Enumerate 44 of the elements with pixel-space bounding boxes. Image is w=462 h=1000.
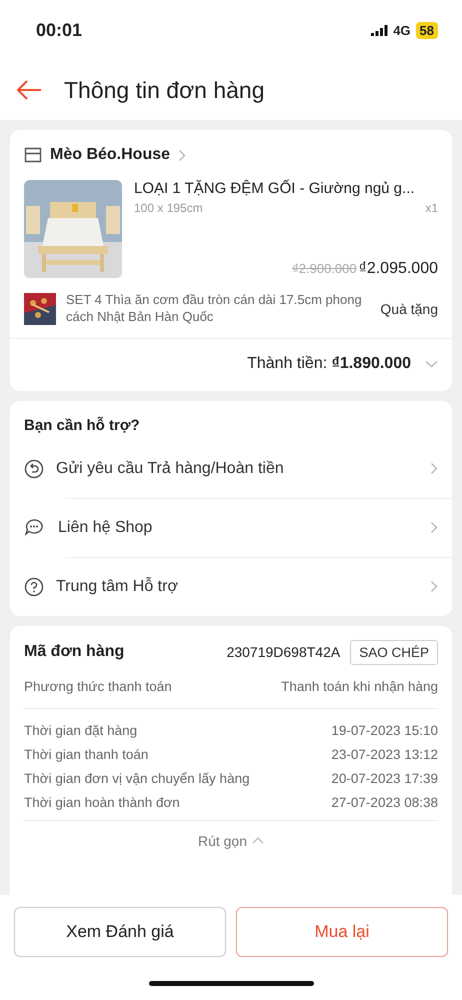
- signal-icon: [371, 24, 388, 36]
- support-link[interactable]: Liên hệ Shop: [58, 518, 418, 537]
- payment-method-label: Phương thức thanh toán: [24, 678, 172, 694]
- chevron-up-icon[interactable]: [252, 837, 264, 844]
- help-icon: [24, 576, 44, 597]
- copy-button[interactable]: SAO CHÉP: [350, 640, 438, 665]
- page-title: Thông tin đơn hàng: [64, 76, 265, 104]
- chevron-right-icon: [178, 148, 186, 162]
- order-id: 230719D698T42A: [226, 644, 340, 660]
- product-name: LOẠI 1 TẶNG ĐỆM GỐI - Giường ngủ g...: [134, 180, 416, 197]
- gift-name: SET 4 Thìa ăn cơm đầu tròn cán dài 17.5cm phong cách Nhật Bản Hàn Quốc: [66, 292, 363, 326]
- support-link[interactable]: Gửi yêu cầu Trả hàng/Hoàn tiền: [56, 460, 418, 478]
- chevron-down-icon[interactable]: [425, 360, 438, 368]
- time-value: 23-07-2023 13:12: [331, 746, 438, 762]
- back-arrow-icon[interactable]: [16, 80, 42, 100]
- review-button[interactable]: Xem Đánh giá: [14, 907, 226, 957]
- order-id-label: Mã đơn hàng: [24, 643, 126, 662]
- time-label: Thời gian đơn vị vận chuyển lấy hàng: [24, 770, 250, 786]
- shop-icon: [24, 147, 42, 163]
- product-quantity: x1: [425, 201, 438, 215]
- clock-time: 00:01: [36, 20, 82, 40]
- chevron-right-icon: [430, 580, 438, 594]
- payment-method: Thanh toán khi nhận hàng: [281, 678, 438, 694]
- undo-circle-icon: [24, 458, 44, 479]
- battery-level: 58: [416, 22, 438, 38]
- chevron-right-icon: [430, 521, 438, 534]
- time-label: Thời gian đặt hàng: [24, 722, 138, 738]
- time-value: 27-07-2023 08:38: [331, 794, 438, 810]
- shop-name[interactable]: Mèo Béo.House: [50, 146, 170, 164]
- time-label: Thời gian hoàn thành đơn: [24, 794, 180, 810]
- buy-again-button[interactable]: Mua lại: [236, 907, 448, 957]
- support-title: Bạn cần hỗ trợ?: [24, 416, 141, 434]
- support-link[interactable]: Trung tâm Hỗ trợ: [56, 578, 418, 596]
- collapse-link[interactable]: Rút gọn: [198, 832, 248, 849]
- time-value: 19-07-2023 15:10: [331, 722, 438, 738]
- time-label: Thời gian thanh toán: [24, 746, 148, 762]
- product-variant: 100 x 195cm: [134, 201, 203, 215]
- network-type: 4G: [393, 22, 411, 38]
- order-total: Thành tiền: ₫1.890.000: [247, 354, 411, 373]
- chevron-right-icon: [430, 462, 438, 476]
- gift-tag: Quà tặng: [380, 300, 438, 317]
- product-price: ₫2.095.000: [358, 260, 438, 278]
- original-price: ₫2.900.000: [292, 261, 357, 276]
- time-value: 20-07-2023 17:39: [331, 770, 438, 786]
